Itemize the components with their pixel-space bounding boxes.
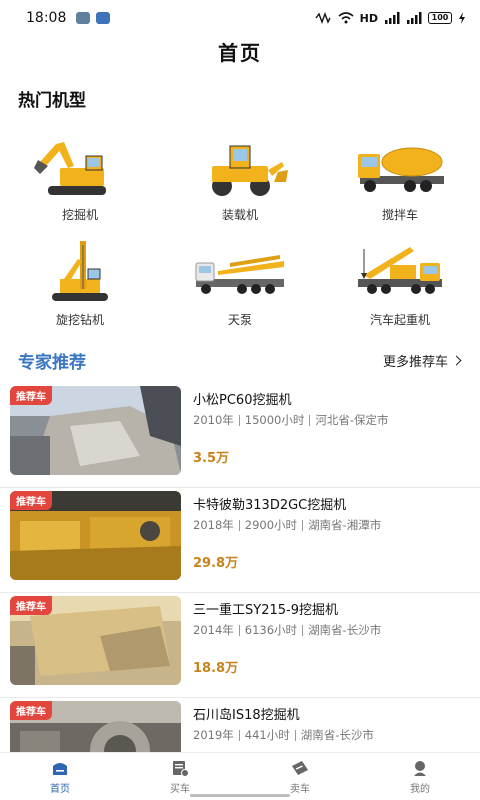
listing-price: 29.8万 [193, 556, 239, 571]
listing-meta: 2014年 6136小时 湖南省-长沙市 [193, 622, 468, 638]
divider [294, 729, 296, 741]
listing-photo: 推荐车 [10, 386, 181, 475]
model-truck-crane[interactable]: 汽车起重机 [320, 235, 480, 340]
more-label: 更多推荐车 [382, 355, 448, 370]
listing-location: 湖南省-湘潭市 [308, 518, 382, 532]
expert-title: 专家推荐 [18, 353, 86, 373]
expert-header: 专家推荐 更多推荐车 [0, 346, 480, 376]
hot-models-grid: 挖掘机 装载机 搅拌车 旋挖钻机 天泵 汽车起重机 [0, 130, 480, 340]
listing-photo: 推荐车 [10, 491, 181, 580]
tab-sell[interactable]: 卖车 [240, 753, 360, 800]
listing-meta: 2010年 15000小时 河北省-保定市 [193, 412, 468, 428]
recommended-badge: 推荐车 [10, 386, 52, 405]
divider [238, 729, 240, 741]
divider [302, 624, 304, 636]
listing-item[interactable]: 推荐车 三一重工SY215-9挖掘机 2014年 6136小时 湖南省-长沙市 … [0, 593, 480, 698]
signal-icon-2 [407, 12, 422, 24]
charging-icon [459, 12, 465, 24]
sell-icon [292, 761, 308, 775]
rotary-drill-icon [52, 241, 108, 301]
divider [238, 519, 240, 531]
tab-label: 首页 [50, 784, 70, 795]
model-mixer-truck[interactable]: 搅拌车 [320, 130, 480, 235]
tab-profile[interactable]: 我的 [360, 753, 480, 800]
model-label: 挖掘机 [61, 208, 98, 222]
listing-title: 小松PC60挖掘机 [193, 393, 292, 408]
truck-crane-icon [358, 247, 442, 294]
pump-truck-icon [195, 255, 284, 294]
listing-hours: 6136小时 [244, 623, 298, 637]
listing-title: 石川岛IS18挖掘机 [193, 708, 300, 723]
listing-hours: 441小时 [244, 728, 290, 742]
status-time: 18:08 [26, 10, 67, 26]
divider [309, 414, 311, 426]
listing-location: 湖南省-长沙市 [300, 728, 374, 742]
model-label: 装载机 [221, 208, 258, 222]
buy-icon [173, 761, 189, 777]
tab-buy[interactable]: 买车 [120, 753, 240, 800]
home-icon [53, 763, 67, 775]
model-label: 搅拌车 [381, 208, 418, 222]
listing-hours: 15000小时 [244, 413, 305, 427]
page-title: 首页 [218, 41, 262, 65]
divider [238, 414, 240, 426]
more-recommended-link[interactable]: 更多推荐车 [382, 351, 462, 370]
listing-meta: 2019年 441小时 湖南省-长沙市 [193, 727, 468, 743]
listing-price: 3.5万 [193, 451, 230, 466]
listing-item[interactable]: 推荐车 卡特彼勒313D2GC挖掘机 2018年 2900小时 湖南省-湘潭市 … [0, 488, 480, 593]
recommended-badge: 推荐车 [10, 596, 52, 615]
recommended-badge: 推荐车 [10, 491, 52, 510]
model-rotary-drill[interactable]: 旋挖钻机 [0, 235, 160, 340]
model-pump-truck[interactable]: 天泵 [160, 235, 320, 340]
tab-label: 卖车 [290, 784, 310, 795]
listing-price: 18.8万 [193, 661, 239, 676]
home-indicator [190, 794, 290, 797]
divider [238, 624, 240, 636]
listing-list: 推荐车 小松PC60挖掘机 2010年 15000小时 河北省-保定市 3.5万 [0, 383, 480, 800]
listing-year: 2014年 [193, 623, 234, 637]
signal-icon [385, 12, 400, 24]
mixer-truck-icon [358, 147, 444, 192]
model-label: 天泵 [227, 313, 252, 327]
listing-year: 2010年 [193, 413, 234, 427]
chevron-right-icon [451, 355, 462, 366]
listing-year: 2018年 [193, 518, 234, 532]
recommended-badge: 推荐车 [10, 701, 52, 720]
wifi-icon [338, 12, 354, 24]
hot-models-title: 热门机型 [18, 91, 86, 111]
model-label: 旋挖钻机 [55, 313, 104, 327]
listing-title: 三一重工SY215-9挖掘机 [193, 603, 338, 618]
listing-photo: 推荐车 [10, 596, 181, 685]
listing-item[interactable]: 推荐车 小松PC60挖掘机 2010年 15000小时 河北省-保定市 3.5万 [0, 383, 480, 488]
notification-app-icon [76, 12, 91, 24]
listing-location: 湖南省-长沙市 [308, 623, 382, 637]
excavator-icon [34, 142, 106, 195]
listing-meta: 2018年 2900小时 湖南省-湘潭市 [193, 517, 468, 533]
notification-app-icon-2 [96, 12, 111, 24]
model-label: 汽车起重机 [369, 313, 430, 327]
model-loader[interactable]: 装载机 [160, 130, 320, 235]
listing-location: 河北省-保定市 [315, 413, 389, 427]
network-label: HD [359, 11, 378, 25]
tab-label: 我的 [410, 784, 430, 795]
listing-title: 卡特彼勒313D2GC挖掘机 [193, 498, 347, 513]
listing-year: 2019年 [193, 728, 234, 742]
bottom-tab-bar: 首页 买车 卖车 我的 [0, 752, 480, 800]
battery-icon: 100 [428, 12, 452, 24]
model-excavator[interactable]: 挖掘机 [0, 130, 160, 235]
loader-icon [212, 145, 288, 196]
status-icons: HD 100 [314, 12, 466, 25]
listing-hours: 2900小时 [244, 518, 298, 532]
top-bar: 首页 [0, 36, 480, 70]
status-bar: 18:08 HD 100 [0, 0, 480, 36]
profile-icon [414, 761, 426, 776]
tab-home[interactable]: 首页 [0, 753, 120, 800]
tab-label: 买车 [170, 784, 190, 795]
divider [302, 519, 304, 531]
vibrate-icon [315, 12, 331, 24]
